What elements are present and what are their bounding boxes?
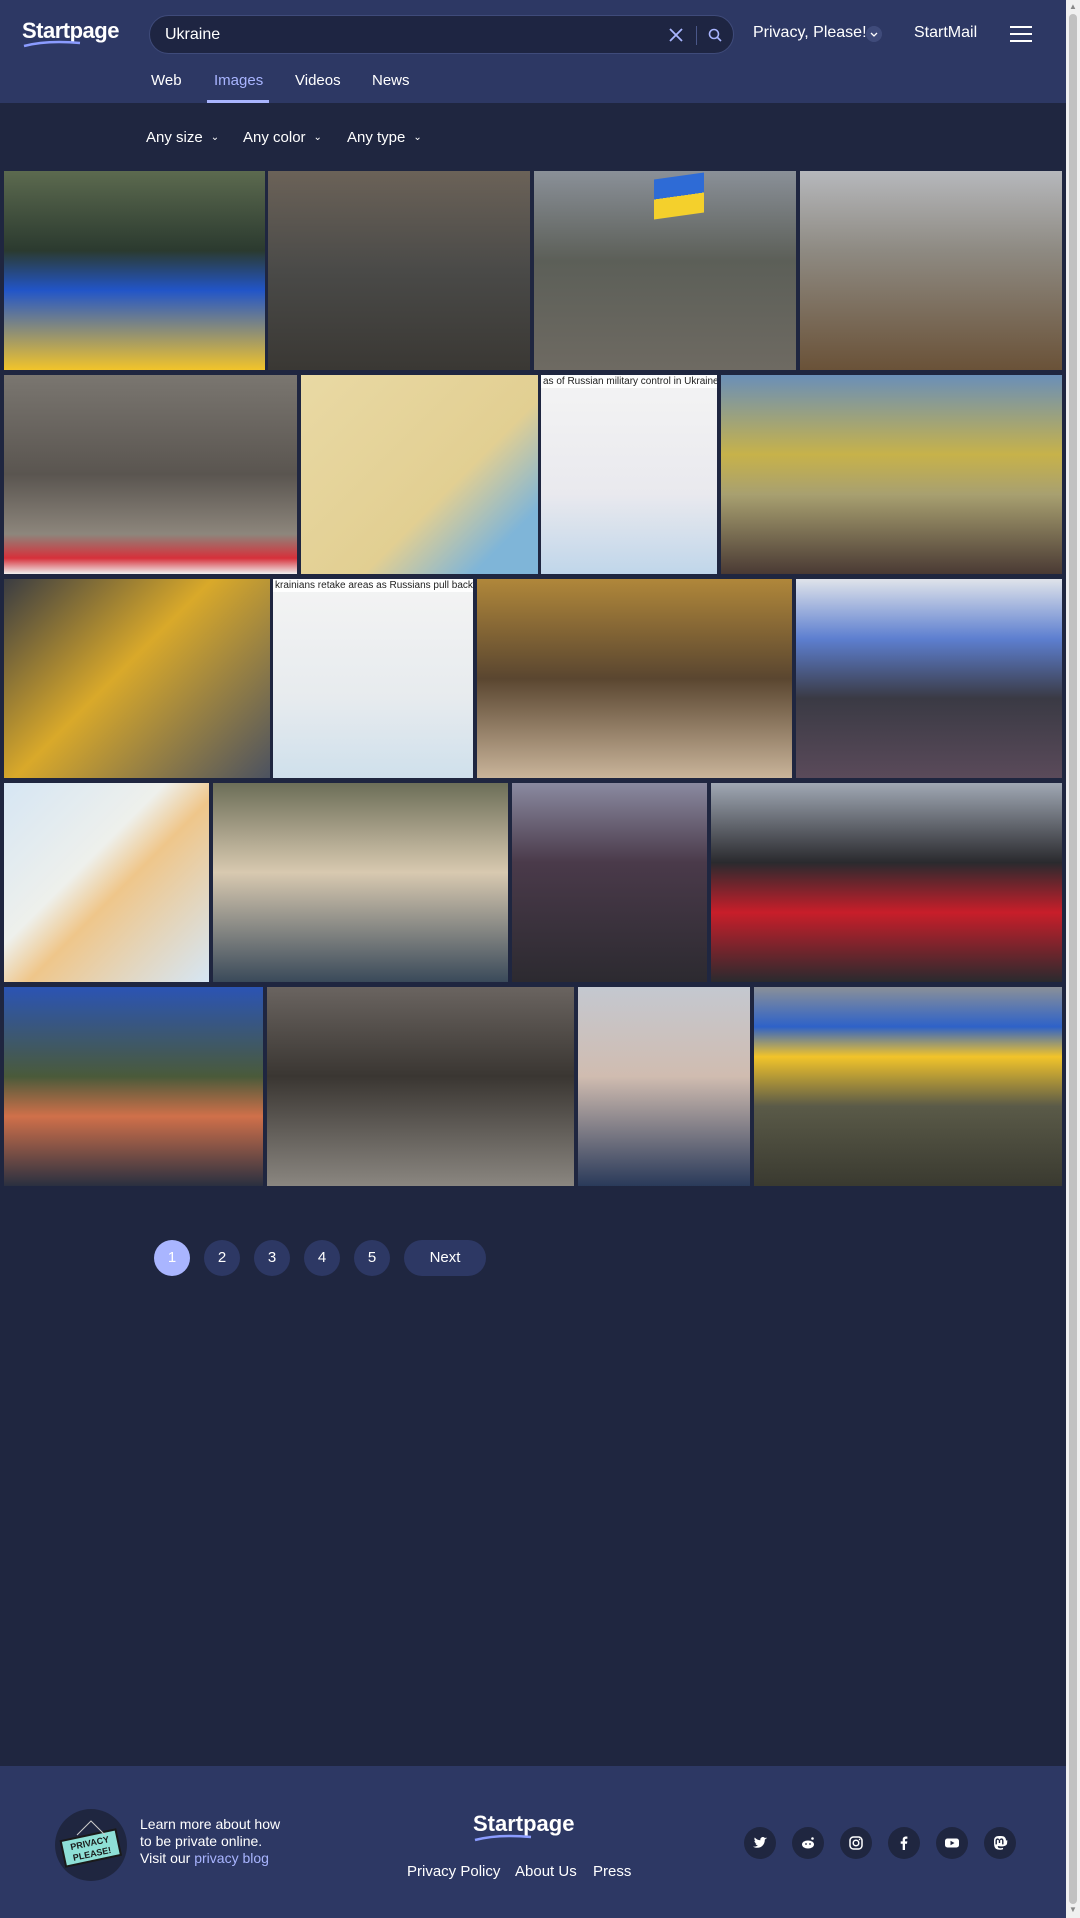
image-result[interactable] [796,579,1062,778]
twitter-icon[interactable] [744,1827,776,1859]
image-result[interactable]: krainians retake areas as Russians pull … [273,579,473,778]
image-results-grid: as of Russian military control in Ukrain… [0,170,1066,1190]
footer: PRIVACY PLEASE! Learn more about how to … [0,1766,1066,1918]
search-box [149,15,734,54]
image-result[interactable] [512,783,707,982]
privacy-please-menu[interactable]: Privacy, Please! [753,24,867,42]
image-caption: krainians retake areas as Russians pull … [273,579,473,592]
page-4-button[interactable]: 4 [304,1240,340,1276]
image-result[interactable] [711,783,1062,982]
image-result[interactable] [800,171,1062,370]
image-caption: as of Russian military control in Ukrain… [541,375,717,388]
mastodon-icon[interactable] [984,1827,1016,1859]
image-result[interactable] [534,171,796,370]
startmail-link[interactable]: StartMail [914,24,977,42]
page-1-button[interactable]: 1 [154,1240,190,1276]
press-link[interactable]: Press [593,1863,631,1880]
footer-logo-swoosh-icon [474,1834,532,1842]
tab-web[interactable]: Web [151,72,182,89]
image-result[interactable] [268,171,530,370]
chevron-down-icon: ⌄ [313,132,322,143]
type-filter[interactable]: Any type ⌄ [347,129,422,146]
instagram-icon[interactable] [840,1827,872,1859]
chevron-down-icon: ⌄ [413,132,422,143]
type-filter-label: Any type [347,129,406,146]
image-result[interactable] [213,783,508,982]
reddit-icon[interactable] [792,1827,824,1859]
next-page-button[interactable]: Next [404,1240,486,1276]
blurb-line: Learn more about how [140,1816,281,1832]
image-result[interactable] [4,171,265,370]
image-result[interactable] [4,579,270,778]
image-result[interactable] [301,375,538,574]
blurb-line: Visit our [140,1850,191,1866]
youtube-icon[interactable] [936,1827,968,1859]
image-result[interactable] [754,987,1062,1186]
privacy-blurb: Learn more about how to be private onlin… [140,1816,310,1867]
color-filter[interactable]: Any color ⌄ [243,129,322,146]
facebook-icon[interactable] [888,1827,920,1859]
header: Startpage Privacy, Please! StartMail Web… [0,0,1066,103]
color-filter-label: Any color [243,129,306,146]
blurb-line: to be private online. [140,1833,263,1849]
size-filter-label: Any size [146,129,203,146]
image-result[interactable] [4,987,263,1186]
image-result[interactable] [267,987,574,1186]
page-3-button[interactable]: 3 [254,1240,290,1276]
privacy-blog-link[interactable]: privacy blog [194,1850,269,1866]
clear-search-icon[interactable] [665,24,687,46]
image-result[interactable] [4,783,209,982]
search-divider [696,26,697,45]
page-5-button[interactable]: 5 [354,1240,390,1276]
tab-images[interactable]: Images [214,72,263,89]
scroll-thumb[interactable] [1069,14,1077,1904]
size-filter[interactable]: Any size ⌄ [146,129,219,146]
page-2-button[interactable]: 2 [204,1240,240,1276]
scroll-down-icon[interactable]: ▼ [1069,1906,1077,1914]
image-result[interactable] [477,579,792,778]
search-icon[interactable] [703,24,727,46]
image-result[interactable]: as of Russian military control in Ukrain… [541,375,717,574]
image-result[interactable] [4,375,297,574]
search-input[interactable] [165,25,645,45]
tab-news[interactable]: News [372,72,410,89]
scroll-up-icon[interactable]: ▲ [1069,3,1077,11]
logo-swoosh-icon [23,40,81,48]
image-result[interactable] [721,375,1062,574]
menu-icon[interactable] [1010,26,1032,42]
image-result[interactable] [578,987,750,1186]
image-filters: Any size ⌄ Any color ⌄ Any type ⌄ [0,103,1066,170]
tab-videos[interactable]: Videos [295,72,341,89]
chevron-down-icon[interactable] [866,26,882,42]
privacy-please-badge-icon: PRIVACY PLEASE! [55,1809,127,1881]
scrollbar[interactable]: ▲ ▼ [1066,0,1080,1918]
about-us-link[interactable]: About Us [515,1863,577,1880]
chevron-down-icon: ⌄ [210,132,220,143]
privacy-policy-link[interactable]: Privacy Policy [407,1863,500,1880]
